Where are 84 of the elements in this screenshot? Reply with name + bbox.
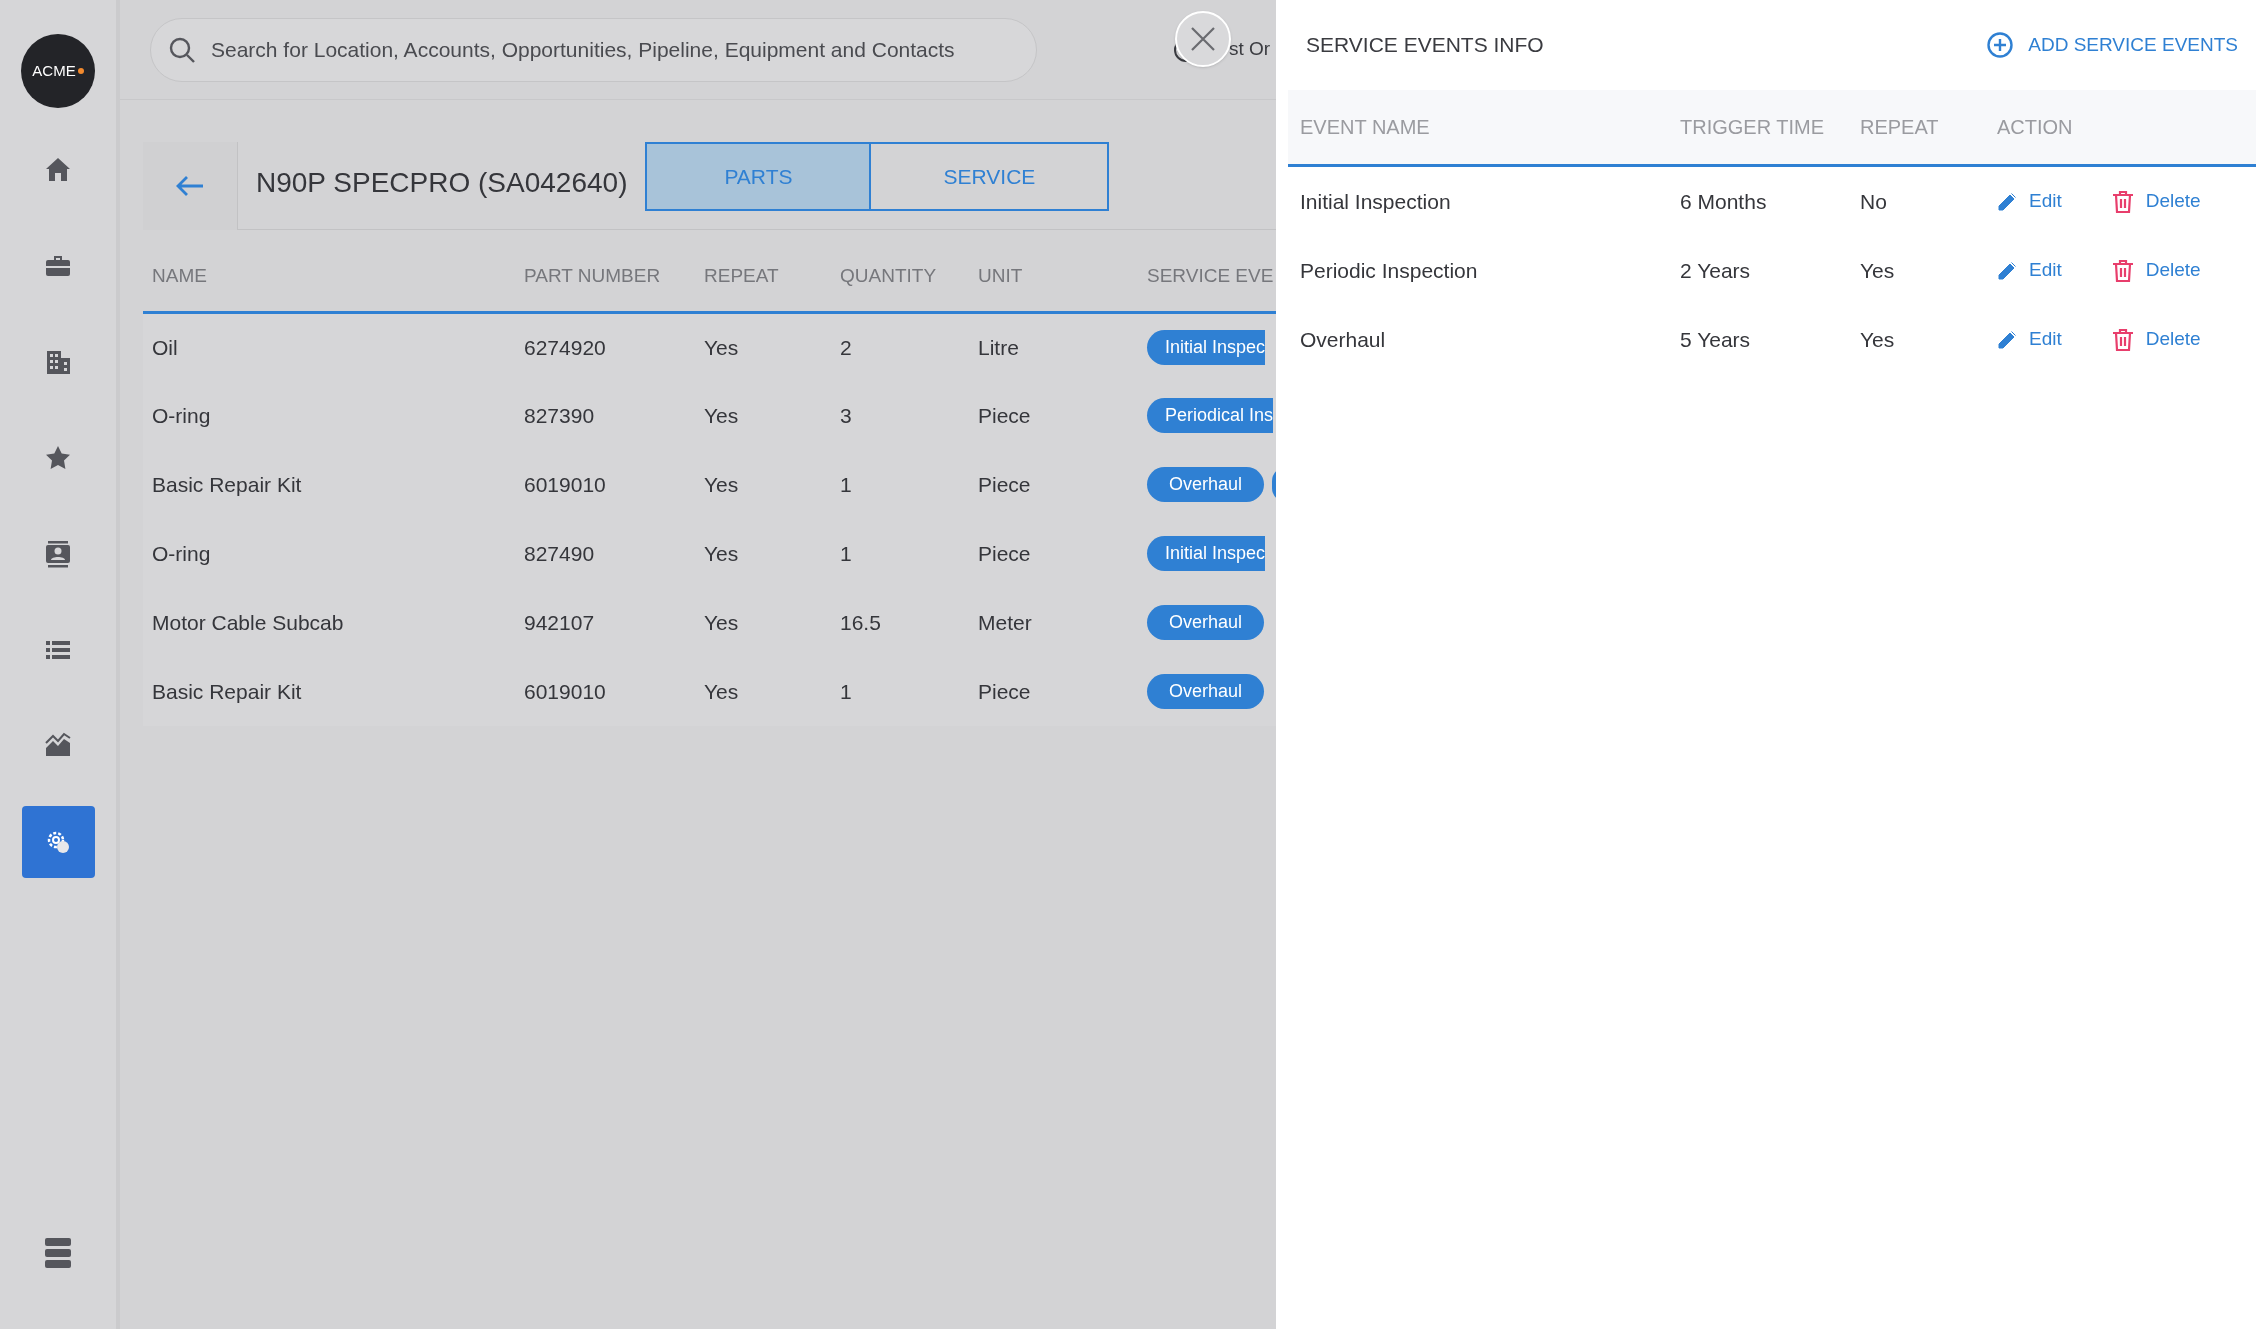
service-event-chip: Initial Inspec <box>1147 329 1266 365</box>
table-cell-text: 827390 <box>523 402 596 429</box>
service-event-chip: Periodical Ins <box>1147 398 1274 433</box>
table-cell: Periodic Inspection <box>1300 258 1478 282</box>
close-button[interactable] <box>1175 11 1231 68</box>
table-cell-text: O-ring <box>151 402 212 429</box>
table-cell-text: 827490 <box>523 540 596 567</box>
table-cell-text: 3 <box>839 402 853 429</box>
table-cell: Initial Inspection <box>1300 189 1451 213</box>
service-event-chip: Overhaul <box>1147 605 1265 640</box>
table-cell: Yes <box>1860 327 1895 351</box>
plus-circle-icon <box>1986 31 2015 59</box>
search-icon <box>168 35 196 64</box>
tab[interactable]: PARTS <box>645 142 872 211</box>
delete-button[interactable]: Delete <box>2111 187 2201 216</box>
menu-icon[interactable] <box>44 1237 72 1269</box>
table-cell-text: Yes <box>703 609 740 636</box>
table-cell-text: Yes <box>703 402 740 429</box>
table-cell: Litre <box>969 312 1138 381</box>
contact-card-icon <box>43 539 73 569</box>
tab[interactable]: SERVICE <box>871 142 1110 211</box>
pencil-icon <box>1997 329 2017 350</box>
table-cell-text: 6019010 <box>523 471 607 498</box>
column-header: REPEAT <box>695 242 831 312</box>
table-cell-text: Meter <box>977 609 1033 636</box>
table-cell-text: Basic Repair Kit <box>151 471 303 498</box>
trash-icon <box>2111 189 2134 214</box>
logo-text: ACME <box>32 60 76 81</box>
delete-button[interactable]: Delete <box>2111 256 2201 285</box>
table-cell-text: Yes <box>703 540 740 567</box>
column-header: UNIT <box>969 242 1138 312</box>
table-cell-text: Basic Repair Kit <box>151 678 303 705</box>
table-cell: 6 Months <box>1680 189 1767 213</box>
back-arrow-icon[interactable] <box>175 175 205 197</box>
table-cell-text: 6019010 <box>523 678 607 705</box>
column-header: REPEAT <box>1860 116 1939 138</box>
table-cell-text: Piece <box>977 471 1032 498</box>
column-header: ACTION <box>1997 116 2073 138</box>
table-cell: 5 Years <box>1680 327 1751 351</box>
service-event-chip: Overhaul <box>1147 674 1265 709</box>
nav-item[interactable] <box>21 806 95 878</box>
table-cell-text: 16.5 <box>839 609 882 636</box>
table-cell-text: 1 <box>839 471 853 498</box>
column-header: PART NUMBER <box>515 242 695 312</box>
edit-button[interactable]: Edit <box>1997 325 2062 354</box>
service-event-chip: Initial Inspec <box>1147 536 1266 571</box>
table-cell-text: 942107 <box>523 609 596 636</box>
search-field[interactable]: Search for Location, Accounts, Opportunities, Pipeline, Equipment and Contacts <box>150 17 1037 82</box>
table-cell: 2 Years <box>1680 258 1751 282</box>
header-link[interactable]: st Or <box>1229 35 1271 64</box>
column-header: QUANTITY <box>831 242 969 312</box>
table-cell-text: 1 <box>839 678 853 705</box>
table-cell: Yes <box>695 312 831 381</box>
table-cell-text: Motor Cable Subcab <box>151 609 345 636</box>
acme-logo[interactable]: ACME <box>21 34 95 108</box>
table-cell: 2 <box>831 312 969 381</box>
edit-button[interactable]: Edit <box>1997 187 2062 216</box>
table-cell-text: Piece <box>977 678 1032 705</box>
pencil-icon <box>1997 260 2017 281</box>
column-header: SERVICE EVE <box>1138 242 1276 312</box>
pencil-icon <box>1997 191 2017 212</box>
add-service-events-button[interactable]: ADD SERVICE EVENTS <box>1986 30 2238 60</box>
equipment-title: N90P SPECPRO (SA042640) <box>256 166 628 200</box>
table-cell-text: 1 <box>839 540 853 567</box>
table-cell: Oil <box>143 312 515 381</box>
table-cell-text: Piece <box>977 402 1032 429</box>
table-cell-text: Yes <box>703 471 740 498</box>
table-cell: Yes <box>1860 258 1895 282</box>
table-cell: No <box>1860 189 1887 213</box>
close-icon <box>1190 26 1216 53</box>
table-cell-text: Yes <box>703 678 740 705</box>
table-cell-text: O-ring <box>151 540 212 567</box>
column-header: EVENT NAME <box>1300 116 1430 138</box>
panel-title: SERVICE EVENTS INFO <box>1306 32 1544 59</box>
edit-button[interactable]: Edit <box>1997 256 2062 285</box>
trash-icon <box>2111 327 2134 352</box>
delete-button[interactable]: Delete <box>2111 325 2201 354</box>
table-cell: 6274920 <box>515 312 695 381</box>
column-header: NAME <box>143 242 515 312</box>
table-cell: Overhaul <box>1300 327 1386 351</box>
service-event-chip: Overhaul <box>1147 467 1265 502</box>
column-header: TRIGGER TIME <box>1680 116 1825 138</box>
trash-icon <box>2111 258 2134 283</box>
table-cell-text: Piece <box>977 540 1032 567</box>
